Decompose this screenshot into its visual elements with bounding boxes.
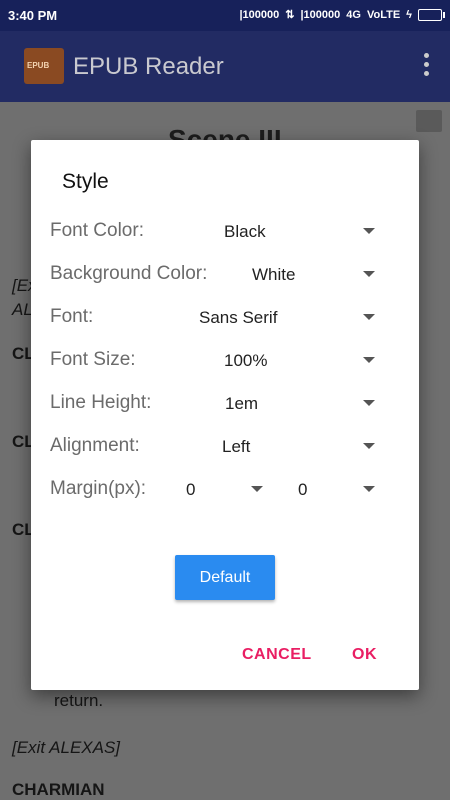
chevron-down-icon[interactable] <box>251 486 263 492</box>
default-button[interactable]: Default <box>175 555 275 600</box>
chevron-down-icon[interactable] <box>363 271 375 277</box>
font-row: Font: Sans Serif <box>31 299 419 335</box>
font-select[interactable]: Sans Serif <box>199 308 277 328</box>
battery-icon <box>418 8 445 21</box>
app-title: EPUB Reader <box>73 53 224 80</box>
chevron-down-icon[interactable] <box>363 443 375 449</box>
ok-button[interactable]: OK <box>352 646 377 664</box>
chevron-down-icon[interactable] <box>363 314 375 320</box>
chevron-down-icon[interactable] <box>363 357 375 363</box>
status-bar: 3:40 PM |100000 ⇅ |100000 4G VoLTE ϟ <box>0 0 450 31</box>
margin-select-2[interactable]: 0 <box>298 480 307 500</box>
chevron-down-icon[interactable] <box>363 400 375 406</box>
chevron-down-icon[interactable] <box>363 228 375 234</box>
status-time: 3:40 PM <box>8 8 58 23</box>
charging-icon: ϟ <box>406 8 412 21</box>
data-transfer-icon: ⇅ <box>285 9 295 21</box>
book-text: return. <box>54 691 104 710</box>
network-type: 4G <box>346 8 361 21</box>
margin-row: Margin(px): 0 0 <box>31 471 419 507</box>
line-height-row: Line Height: 1em <box>31 385 419 421</box>
font-size-select[interactable]: 100% <box>224 351 267 371</box>
style-dialog: Style Font Color: Black Background Color… <box>31 140 419 690</box>
chevron-down-icon[interactable] <box>363 486 375 492</box>
status-icons: |100000 ⇅ |100000 4G VoLTE ϟ <box>239 8 445 21</box>
line-height-label: Line Height: <box>50 392 152 413</box>
font-color-label: Font Color: <box>50 220 144 241</box>
app-logo: EPUB <box>24 48 64 84</box>
book-text: AL <box>12 300 33 319</box>
book-text: CHARMIAN <box>12 780 105 799</box>
volte-label: VoLTE <box>366 8 401 21</box>
bookmark-icon[interactable] <box>416 110 442 132</box>
margin-label: Margin(px): <box>50 478 147 499</box>
dialog-title: Style <box>62 170 109 193</box>
font-color-select[interactable]: Black <box>224 222 266 242</box>
cancel-button[interactable]: CANCEL <box>242 646 312 664</box>
app-logo-text: EPUB <box>27 61 50 70</box>
background-color-select[interactable]: White <box>252 265 295 285</box>
background-color-row: Background Color: White <box>31 256 419 292</box>
font-size-label: Font Size: <box>50 349 136 370</box>
alignment-row: Alignment: Left <box>31 428 419 464</box>
app-bar: EPUB EPUB Reader <box>0 31 450 102</box>
font-size-row: Font Size: 100% <box>31 342 419 378</box>
alignment-label: Alignment: <box>50 435 140 456</box>
margin-select-1[interactable]: 0 <box>186 480 195 500</box>
line-height-select[interactable]: 1em <box>225 394 258 414</box>
background-color-label: Background Color: <box>50 263 208 284</box>
book-text: [Exit ALEXAS] <box>12 738 121 757</box>
alignment-select[interactable]: Left <box>222 437 250 457</box>
font-color-row: Font Color: Black <box>31 213 419 249</box>
font-label: Font: <box>50 306 94 327</box>
signal-strength-2: |100000 <box>300 8 341 21</box>
signal-strength-1: |100000 <box>239 8 280 21</box>
overflow-menu-icon[interactable] <box>424 53 430 79</box>
